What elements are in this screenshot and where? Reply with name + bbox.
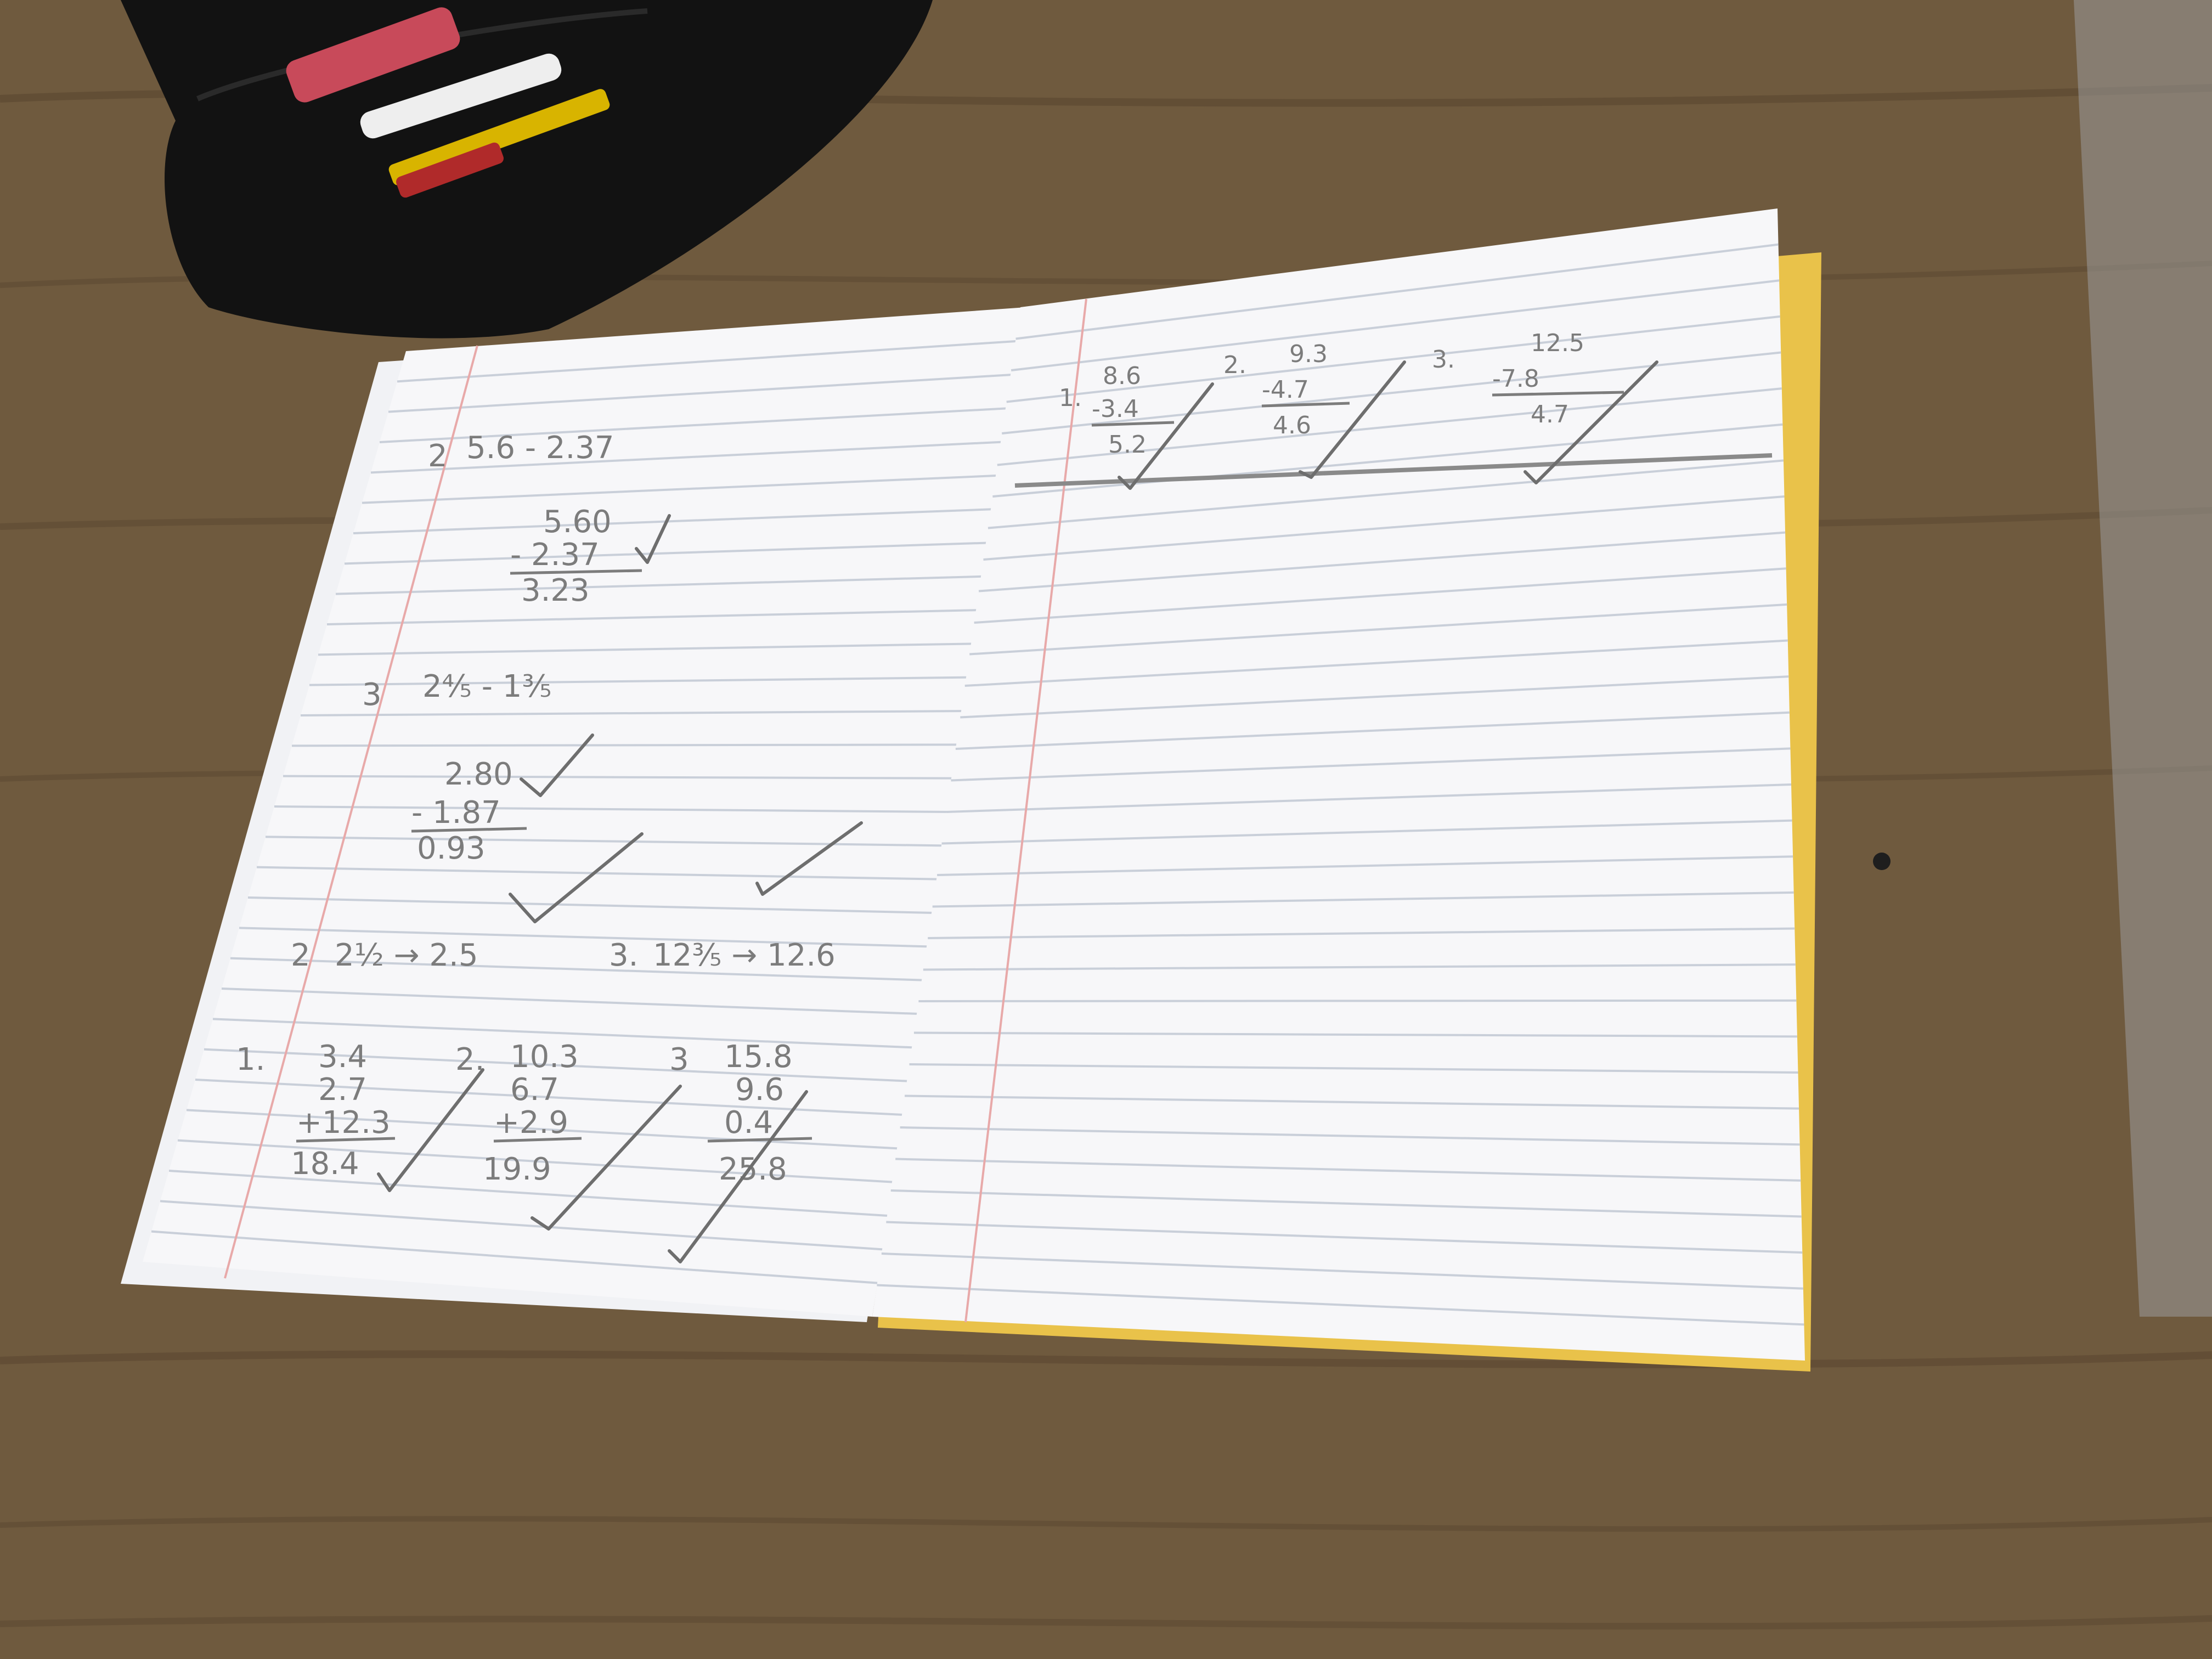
hw-c1-expr: 2½ → 2.5 — [335, 938, 478, 973]
hw-r3-line3: 4.7 — [1531, 400, 1569, 428]
hw-s3-label: 3 — [669, 1042, 689, 1077]
hw-r2-label: 2. — [1223, 351, 1246, 379]
hw-s2-line1: 10.3 — [510, 1039, 579, 1075]
hw-p2-top: 2.80 — [444, 757, 513, 792]
hw-s1-line2: 2.7 — [318, 1072, 367, 1108]
hw-p1-top: 5.60 — [543, 504, 612, 540]
hw-s3-line4: 25.8 — [719, 1152, 787, 1187]
hw-r1-line1: 8.6 — [1103, 362, 1141, 390]
hw-s2-line2: 6.7 — [510, 1072, 559, 1108]
right-page — [872, 208, 1805, 1361]
hw-s3-line1: 15.8 — [724, 1039, 793, 1075]
hw-r1-line3: 5.2 — [1108, 431, 1147, 459]
hw-c2-expr: 12⅗ → 12.6 — [653, 938, 836, 973]
hw-s2-line3: +2.9 — [494, 1105, 568, 1141]
hw-r2-line3: 4.6 — [1273, 411, 1311, 439]
hw-c2-label: 3. — [609, 938, 638, 973]
hw-p2-result: 0.93 — [417, 831, 486, 866]
hw-r1-label: 1. — [1059, 384, 1082, 412]
hw-r3-line1: 12.5 — [1531, 329, 1584, 357]
hw-p1-result: 3.23 — [521, 573, 590, 608]
photo-scene: 2 5.6 - 2.37 5.60 - 2.37 3.23 3 2⅘ - 1⅗ … — [0, 0, 2212, 1659]
hw-s1-line1: 3.4 — [318, 1039, 367, 1075]
hw-p1-expr: 5.6 - 2.37 — [466, 430, 614, 466]
ruled-line — [291, 743, 960, 747]
hw-s3-line2: 9.6 — [735, 1072, 784, 1108]
hw-p1-label: 2 — [428, 438, 448, 474]
hw-s2-label: 2. — [455, 1042, 484, 1077]
hw-p2-bottom: - 1.87 — [411, 795, 501, 831]
hw-p2-label: 3 — [362, 677, 382, 713]
hw-s3-line3: 0.4 — [724, 1105, 773, 1141]
hw-s1-line4: 18.4 — [291, 1146, 359, 1182]
hw-r2-line1: 9.3 — [1289, 340, 1328, 368]
hw-p1-bottom: - 2.37 — [510, 537, 600, 573]
hw-s1-label: 1. — [236, 1042, 265, 1077]
hw-c1-label: 2 — [291, 938, 311, 973]
hw-r3-line2: -7.8 — [1492, 365, 1539, 393]
hw-p2-expr: 2⅘ - 1⅗ — [422, 669, 552, 704]
hw-r3-label: 3. — [1432, 346, 1455, 374]
hw-r1-line2: -3.4 — [1092, 395, 1139, 423]
hw-r2-line2: -4.7 — [1262, 376, 1309, 404]
hw-s2-line4: 19.9 — [483, 1152, 551, 1187]
hw-s1-line3: +12.3 — [296, 1105, 391, 1141]
